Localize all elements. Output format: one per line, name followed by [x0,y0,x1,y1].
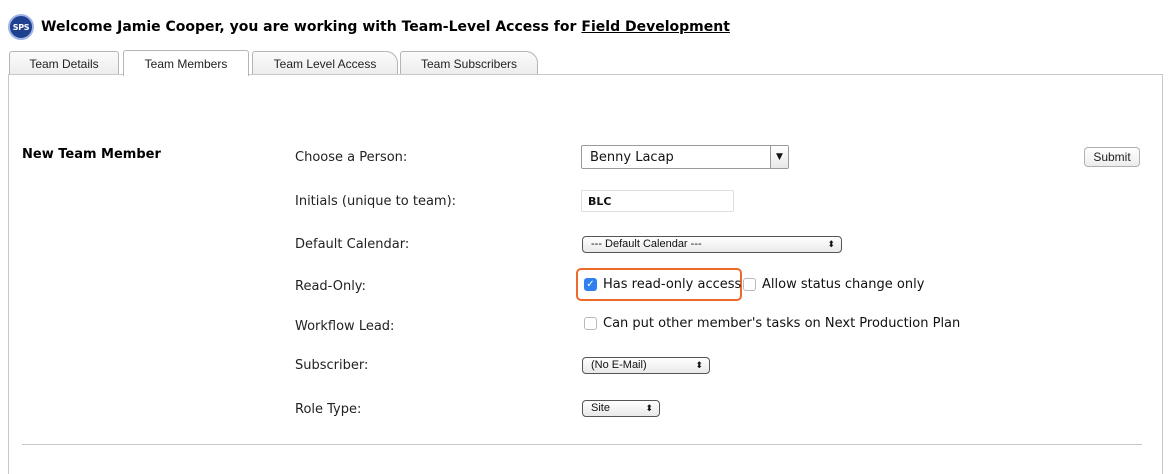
updown-arrow-icon: ⬍ [695,360,703,370]
tab-team-details[interactable]: Team Details [9,51,119,75]
initials-label: Initials (unique to team): [295,194,457,209]
default-calendar-value: --- Default Calendar --- [591,238,702,250]
default-calendar-select[interactable]: --- Default Calendar --- ⬍ [582,236,842,253]
default-calendar-label: Default Calendar: [295,237,410,252]
chevron-down-icon[interactable]: ▼ [770,146,788,168]
subscriber-value: (No E-Mail) [591,359,647,371]
updown-arrow-icon: ⬍ [645,403,653,413]
subscriber-label: Subscriber: [295,358,369,373]
person-select[interactable]: Benny Lacap ▼ [581,145,789,169]
status-change-option-label: Allow status change only [762,277,925,292]
person-select-value: Benny Lacap [590,150,674,165]
read-only-label: Read-Only: [295,279,366,294]
status-change-option[interactable]: Allow status change only [743,277,924,292]
tab-team-level-access[interactable]: Team Level Access [252,51,398,75]
workflow-lead-option-label: Can put other member's tasks on Next Pro… [603,316,961,331]
welcome-message: Welcome Jamie Cooper, you are working wi… [41,19,730,35]
tab-team-members[interactable]: Team Members [123,50,249,76]
subscriber-select[interactable]: (No E-Mail) ⬍ [582,357,710,374]
submit-button[interactable]: Submit [1084,147,1140,167]
workflow-lead-label: Workflow Lead: [295,319,395,334]
read-only-checkbox[interactable]: ✓ [584,278,597,291]
role-type-select[interactable]: Site ⬍ [582,400,660,417]
divider [22,444,1142,445]
sps-logo: SPS [8,14,34,40]
section-title: New Team Member [22,147,161,162]
workflow-lead-option[interactable]: Can put other member's tasks on Next Pro… [584,316,960,331]
role-type-label: Role Type: [295,402,362,417]
page-header: SPS Welcome Jamie Cooper, you are workin… [8,14,730,40]
role-type-value: Site [591,402,610,414]
tab-bar: Team Details Team Members Team Level Acc… [0,48,1170,76]
workflow-lead-checkbox[interactable] [584,317,597,330]
choose-person-label: Choose a Person: [295,150,408,165]
tab-team-subscribers[interactable]: Team Subscribers [400,51,538,75]
status-change-checkbox[interactable] [743,278,756,291]
initials-input[interactable]: BLC [581,190,734,212]
welcome-text: Welcome Jamie Cooper, you are working wi… [41,19,577,35]
read-only-option-label: Has read-only access [603,277,742,292]
updown-arrow-icon: ⬍ [827,239,835,249]
read-only-access-option[interactable]: ✓ Has read-only access [584,277,741,292]
team-name-link[interactable]: Field Development [581,19,729,35]
